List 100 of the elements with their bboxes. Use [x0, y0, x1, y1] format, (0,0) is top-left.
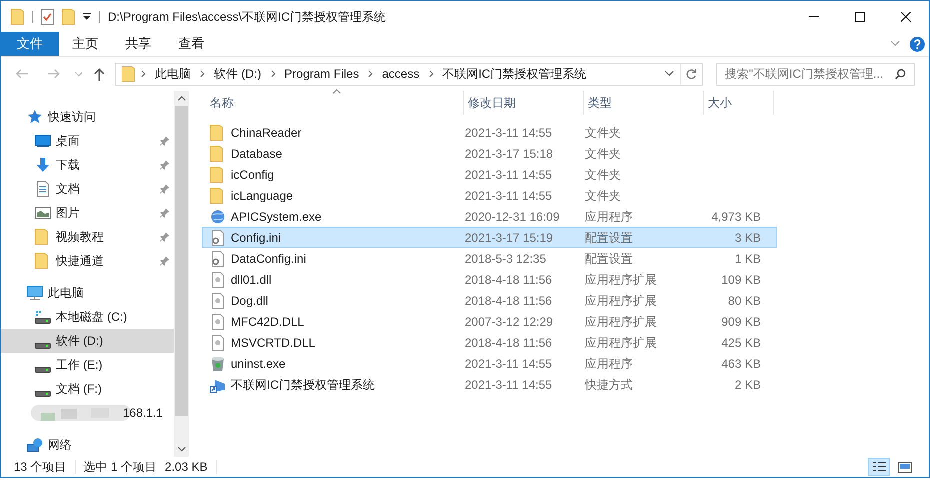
breadcrumb-item[interactable]: access — [379, 65, 423, 83]
column-header[interactable]: 类型 — [584, 91, 704, 115]
computer-icon — [27, 285, 43, 301]
sidebar-item[interactable]: 168.1.1 — [1, 401, 174, 425]
selection-size: 2.03 KB — [165, 459, 208, 476]
column-header[interactable]: 大小 — [704, 91, 774, 115]
file-row[interactable]: icLanguage 2021-3-11 14:55 文件夹 — [202, 185, 777, 206]
chevron-right-icon — [270, 70, 276, 78]
sidebar-item[interactable]: 快捷通道 — [1, 249, 174, 273]
size-cell-text: 3 KB — [734, 230, 761, 246]
type-cell-text: 快捷方式 — [584, 376, 634, 394]
sidebar-item[interactable]: 文档 — [1, 177, 174, 201]
picture-icon — [35, 205, 51, 221]
file-row[interactable]: MFC42D.DLL 2007-3-12 12:29 应用程序扩展 909 KB — [202, 311, 777, 332]
type-cell-text: 应用程序扩展 — [584, 314, 658, 330]
date-cell-text: 2007-3-12 12:29 — [464, 314, 554, 330]
dropdown-icon[interactable] — [83, 12, 91, 20]
sidebar-item[interactable]: 图片 — [1, 201, 174, 225]
date-cell-text: 2021-3-17 15:18 — [464, 146, 554, 162]
scrollbar[interactable] — [174, 91, 189, 457]
document-icon — [210, 292, 226, 308]
breadcrumb-item[interactable]: 不联网IC门禁授权管理系统 — [440, 65, 590, 83]
scroll-down-icon[interactable] — [178, 447, 186, 452]
sidebar-item[interactable]: 此电脑 — [1, 281, 174, 305]
file-row[interactable]: dll01.dll 2018-4-18 11:56 应用程序扩展 109 KB — [202, 269, 777, 290]
date-cell-text: 2021-3-11 14:55 — [464, 124, 554, 142]
file-name[interactable]: Config.ini — [231, 228, 282, 246]
refresh-icon[interactable] — [686, 68, 698, 80]
search-field[interactable]: 搜索"不联网IC门禁授权管理... — [716, 62, 915, 86]
file-row[interactable]: APICSystem.exe 2020-12-31 16:09 应用程序 4,973 KB — [202, 206, 777, 227]
globe-icon — [210, 208, 226, 224]
folder-icon — [122, 66, 136, 82]
sidebar-item[interactable]: 工作 (E:) — [1, 353, 174, 377]
column-header[interactable]: 修改日期 — [464, 91, 584, 115]
breadcrumb-item[interactable]: Program Files — [282, 65, 362, 83]
file-row[interactable]: 不联网IC门禁授权管理系统 2021-3-11 14:55 快捷方式 2 KB — [202, 374, 777, 395]
file-name[interactable]: ChinaReader — [231, 124, 302, 142]
sidebar-item[interactable]: 快速访问 — [1, 105, 174, 129]
item-count: 13 个项目 — [14, 459, 67, 476]
column-header[interactable]: 名称 — [206, 91, 464, 115]
chevron-down-icon[interactable] — [665, 71, 674, 77]
drive-icon — [35, 309, 51, 325]
type-cell-text: 文件夹 — [584, 188, 622, 204]
file-row[interactable]: Config.ini 2021-3-17 15:19 配置设置 3 KB — [202, 227, 777, 248]
type-cell-text: 应用程序 — [584, 356, 634, 372]
date-cell-text: 2018-4-18 11:56 — [464, 292, 554, 310]
ribbon-tab[interactable]: 共享 — [112, 32, 165, 56]
breadcrumb-item[interactable]: 此电脑 — [152, 65, 194, 83]
document-icon — [210, 272, 226, 288]
date-cell-text: 2018-4-18 11:56 — [464, 334, 554, 352]
breadcrumb-item[interactable]: 软件 (D:) — [211, 65, 265, 83]
ribbon-tab[interactable]: 文件 — [1, 32, 59, 56]
file-row[interactable]: DataConfig.ini 2018-5-3 12:35 配置设置 1 KB — [202, 248, 777, 269]
file-name[interactable]: MFC42D.DLL — [231, 312, 304, 330]
type-cell-text: 应用程序 — [584, 208, 634, 226]
address-bar[interactable]: 此电脑 软件 (D:) Program Files access 不联网IC门禁授权管理系统 — [115, 62, 704, 86]
file-name[interactable]: APICSystem.exe — [231, 208, 322, 226]
file-name[interactable]: DataConfig.ini — [231, 250, 306, 268]
file-name[interactable]: Database — [231, 144, 282, 162]
date-cell-text: 2021-3-11 14:55 — [464, 166, 554, 184]
network-icon — [27, 437, 43, 453]
file-name[interactable]: icLanguage — [231, 186, 294, 204]
size-cell-text: 80 KB — [727, 292, 761, 310]
size-cell-text: 109 KB — [720, 272, 761, 288]
folder-icon — [210, 146, 226, 162]
file-row[interactable]: Database 2021-3-17 15:18 文件夹 — [202, 143, 777, 164]
sidebar-item[interactable]: 文档 (F:) — [1, 377, 174, 401]
scrollbar-thumb[interactable] — [175, 106, 188, 416]
file-name[interactable]: icConfig — [231, 166, 274, 184]
file-name[interactable]: 不联网IC门禁授权管理系统 — [231, 376, 375, 394]
file-name[interactable]: dll01.dll — [231, 270, 272, 288]
type-cell-text: 文件夹 — [584, 124, 622, 142]
help-icon[interactable] — [910, 36, 925, 52]
ribbon-tab[interactable]: 查看 — [165, 32, 218, 56]
scroll-up-icon[interactable] — [178, 96, 186, 101]
type-cell-text: 配置设置 — [584, 230, 634, 246]
sidebar-item[interactable]: 视频教程 — [1, 225, 174, 249]
file-name[interactable]: uninst.exe — [231, 354, 286, 372]
file-row[interactable]: uninst.exe 2021-3-11 14:55 应用程序 463 KB — [202, 353, 777, 374]
type-cell-text: 文件夹 — [584, 166, 622, 184]
folder-icon — [35, 229, 51, 245]
file-row[interactable]: MSVCRTD.DLL 2018-4-18 11:56 应用程序扩展 425 KB — [202, 332, 777, 353]
checklist-icon[interactable] — [41, 8, 54, 24]
file-name[interactable]: Dog.dll — [231, 292, 268, 310]
sidebar-item[interactable]: 下载 — [1, 153, 174, 177]
file-row[interactable]: Dog.dll 2018-4-18 11:56 应用程序扩展 80 KB — [202, 290, 777, 311]
file-name[interactable]: MSVCRTD.DLL — [231, 334, 316, 352]
search-icon — [895, 68, 906, 80]
file-row[interactable]: icConfig 2021-3-11 14:55 文件夹 — [202, 164, 777, 185]
folder-icon — [210, 124, 226, 140]
sidebar-item[interactable]: 桌面 — [1, 129, 174, 153]
sidebar-item[interactable]: 软件 (D:) — [1, 329, 174, 353]
sidebar-item[interactable]: 本地磁盘 (C:) — [1, 305, 174, 329]
up-arrow-icon[interactable] — [94, 68, 106, 80]
details-view-button[interactable] — [868, 458, 890, 476]
drive-icon — [35, 342, 51, 348]
folder-icon — [35, 253, 51, 269]
sidebar-item[interactable]: 网络 — [1, 433, 174, 457]
file-row[interactable]: ChinaReader 2021-3-11 14:55 文件夹 — [202, 122, 777, 143]
ribbon-tab[interactable]: 主页 — [59, 32, 112, 56]
